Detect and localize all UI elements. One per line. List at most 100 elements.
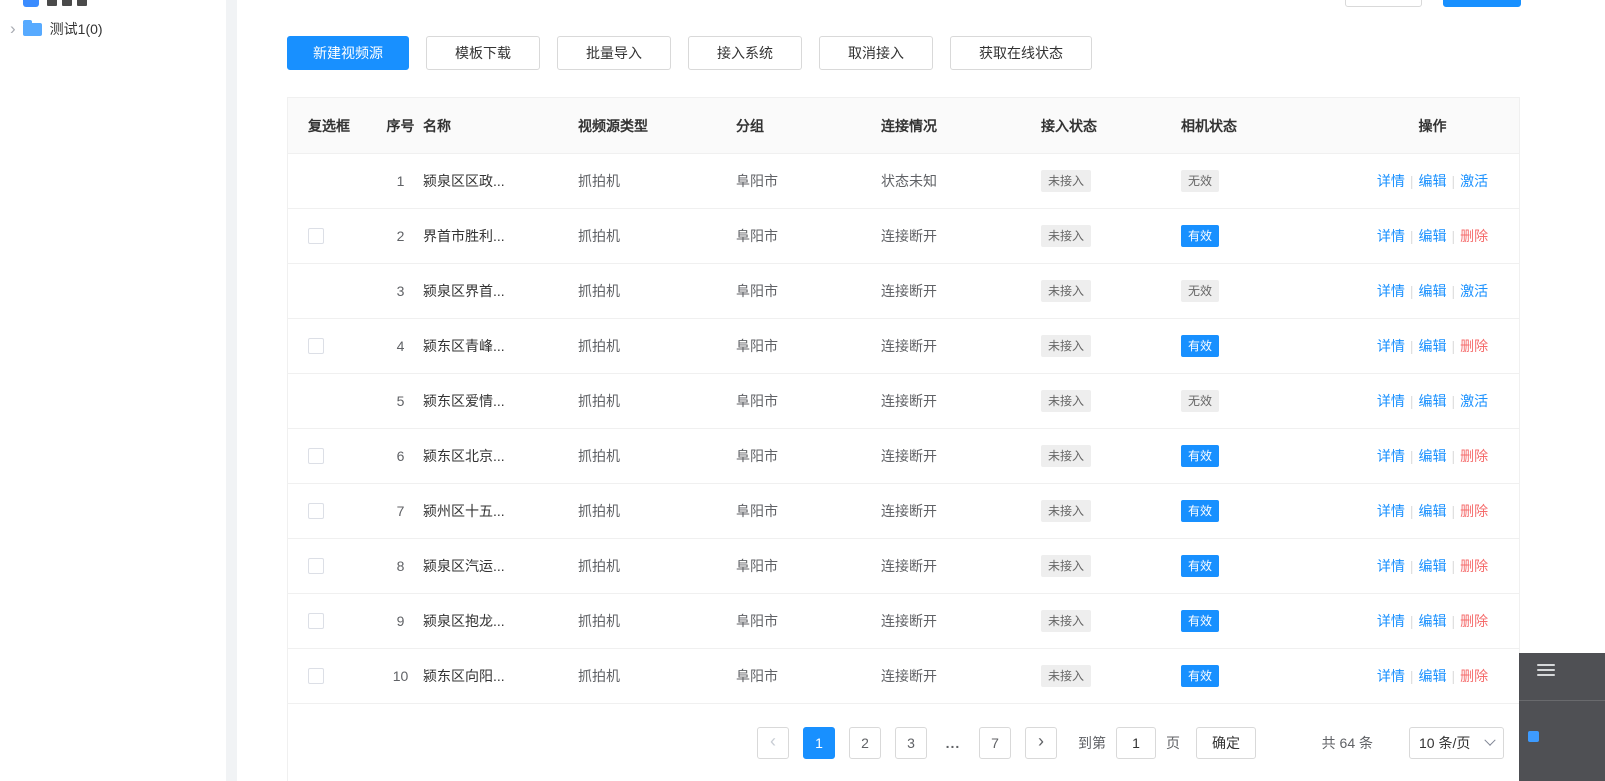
- cell-actions: 详情 | 编辑 | 激活: [1346, 171, 1519, 191]
- action-link[interactable]: 详情: [1377, 171, 1405, 191]
- row-checkbox[interactable]: [308, 338, 324, 354]
- action-link[interactable]: 激活: [1460, 281, 1488, 301]
- cell-camera-status: 有效: [1181, 445, 1346, 467]
- row-checkbox[interactable]: [308, 448, 324, 464]
- action-link[interactable]: 详情: [1377, 501, 1405, 521]
- action-separator: |: [1451, 503, 1456, 519]
- prev-page-button[interactable]: ‹: [757, 726, 789, 759]
- page-number-button[interactable]: 2: [849, 726, 881, 759]
- action-separator: |: [1409, 668, 1414, 684]
- cell-group: 阜阳市: [736, 668, 778, 684]
- table-row: 6 颍东区北京... 抓拍机 阜阳市 连接断开 未接入 有效 详情 | 编辑 | 删除: [288, 428, 1519, 483]
- sidebar-scroll-track[interactable]: [226, 0, 237, 781]
- action-link[interactable]: 详情: [1377, 556, 1405, 576]
- cell-name: 颍泉区区政...: [423, 173, 505, 189]
- cell-access-status: 未接入: [1041, 170, 1181, 192]
- cell-group: 阜阳市: [736, 613, 778, 629]
- cell-access-status: 未接入: [1041, 280, 1181, 302]
- topbar-partial-button[interactable]: [1345, 0, 1422, 7]
- page-number-button[interactable]: 3: [895, 726, 927, 759]
- cell-name: 界首市胜利...: [423, 228, 505, 244]
- action-link[interactable]: 删除: [1460, 666, 1488, 686]
- topbar-partial-primary-button[interactable]: [1443, 0, 1521, 7]
- action-link[interactable]: 详情: [1377, 336, 1405, 356]
- column-header: 分组: [736, 117, 764, 134]
- cell-conn: 状态未知: [881, 173, 937, 189]
- table-row: 4 颍东区青峰... 抓拍机 阜阳市 连接断开 未接入 有效 详情 | 编辑 | 删除: [288, 318, 1519, 373]
- action-link[interactable]: 删除: [1460, 226, 1488, 246]
- action-link[interactable]: 删除: [1460, 556, 1488, 576]
- cell-camera-status: 无效: [1181, 280, 1346, 302]
- table-body: 1 颍泉区区政... 抓拍机 阜阳市 状态未知 未接入 无效 详情 | 编辑 | 激活 2 界首市胜利..…: [288, 153, 1519, 703]
- column-header: 接入状态: [1041, 117, 1097, 134]
- next-page-button[interactable]: ›: [1025, 726, 1057, 759]
- menu-icon[interactable]: [1537, 664, 1555, 679]
- cell-group: 阜阳市: [736, 338, 778, 354]
- row-checkbox[interactable]: [308, 613, 324, 629]
- action-link[interactable]: 编辑: [1419, 391, 1447, 411]
- action-link[interactable]: 删除: [1460, 336, 1488, 356]
- action-separator: |: [1451, 448, 1456, 464]
- action-link[interactable]: 编辑: [1419, 226, 1447, 246]
- cell-actions: 详情 | 编辑 | 删除: [1346, 666, 1519, 686]
- page-number-button[interactable]: 1: [803, 726, 835, 759]
- action-link[interactable]: 编辑: [1419, 556, 1447, 576]
- action-link[interactable]: 激活: [1460, 391, 1488, 411]
- jump-suffix-label: 页: [1166, 734, 1180, 751]
- action-link[interactable]: 详情: [1377, 666, 1405, 686]
- action-link[interactable]: 详情: [1377, 446, 1405, 466]
- action-link[interactable]: 编辑: [1419, 446, 1447, 466]
- action-separator: |: [1409, 503, 1414, 519]
- cell-index: 6: [396, 448, 405, 464]
- floating-widget[interactable]: [1519, 653, 1605, 781]
- table-row: 3 颍泉区界首... 抓拍机 阜阳市 连接断开 未接入 无效 详情 | 编辑 | 激活: [288, 263, 1519, 318]
- camera-status-badge: 有效: [1181, 500, 1220, 522]
- action-link[interactable]: 编辑: [1419, 281, 1447, 301]
- page-ellipsis[interactable]: ...: [941, 735, 965, 751]
- cell-checkbox: [288, 228, 378, 244]
- action-link[interactable]: 详情: [1377, 281, 1405, 301]
- toolbar-button[interactable]: 获取在线状态: [950, 36, 1092, 70]
- page-size-select[interactable]: 10 条/页: [1409, 726, 1504, 759]
- row-checkbox[interactable]: [308, 503, 324, 519]
- action-link[interactable]: 删除: [1460, 501, 1488, 521]
- cell-actions: 详情 | 编辑 | 删除: [1346, 611, 1519, 631]
- cell-actions: 详情 | 编辑 | 删除: [1346, 336, 1519, 356]
- row-checkbox[interactable]: [308, 668, 324, 684]
- widget-accent-icon[interactable]: [1528, 731, 1539, 742]
- action-link[interactable]: 编辑: [1419, 171, 1447, 191]
- action-link[interactable]: 编辑: [1419, 611, 1447, 631]
- column-header: 连接情况: [881, 117, 937, 134]
- action-link[interactable]: 详情: [1377, 391, 1405, 411]
- chevron-right-icon[interactable]: ›: [10, 20, 16, 37]
- row-checkbox[interactable]: [308, 558, 324, 574]
- sidebar-item-test1[interactable]: › 测试1(0): [10, 16, 103, 42]
- sidebar-partial-item[interactable]: ›: [10, 0, 92, 9]
- action-link[interactable]: 详情: [1377, 611, 1405, 631]
- cell-type: 抓拍机: [578, 448, 620, 464]
- confirm-button[interactable]: 确定: [1196, 726, 1256, 759]
- action-link[interactable]: 删除: [1460, 611, 1488, 631]
- action-link[interactable]: 删除: [1460, 446, 1488, 466]
- action-link[interactable]: 详情: [1377, 226, 1405, 246]
- row-checkbox[interactable]: [308, 228, 324, 244]
- chevron-down-icon: [1484, 734, 1496, 746]
- page-number-button[interactable]: 7: [979, 726, 1011, 759]
- action-link[interactable]: 编辑: [1419, 501, 1447, 521]
- toolbar-button[interactable]: 接入系统: [688, 36, 802, 70]
- pagination-right-group: 共 64 条 10 条/页: [1322, 726, 1504, 759]
- action-link[interactable]: 激活: [1460, 171, 1488, 191]
- cell-actions: 详情 | 编辑 | 删除: [1346, 226, 1519, 246]
- toolbar-button[interactable]: 批量导入: [557, 36, 671, 70]
- toolbar-button[interactable]: 模板下载: [426, 36, 540, 70]
- action-link[interactable]: 编辑: [1419, 336, 1447, 356]
- toolbar-button[interactable]: 取消接入: [819, 36, 933, 70]
- cell-camera-status: 有效: [1181, 500, 1346, 522]
- action-link[interactable]: 编辑: [1419, 666, 1447, 686]
- sidebar-tree-panel: › › 测试1(0): [0, 0, 226, 781]
- cell-type: 抓拍机: [578, 393, 620, 409]
- camera-status-badge: 无效: [1181, 170, 1220, 192]
- toolbar-button[interactable]: 新建视频源: [287, 36, 409, 70]
- action-separator: |: [1409, 448, 1414, 464]
- page-jump-input[interactable]: [1116, 726, 1156, 759]
